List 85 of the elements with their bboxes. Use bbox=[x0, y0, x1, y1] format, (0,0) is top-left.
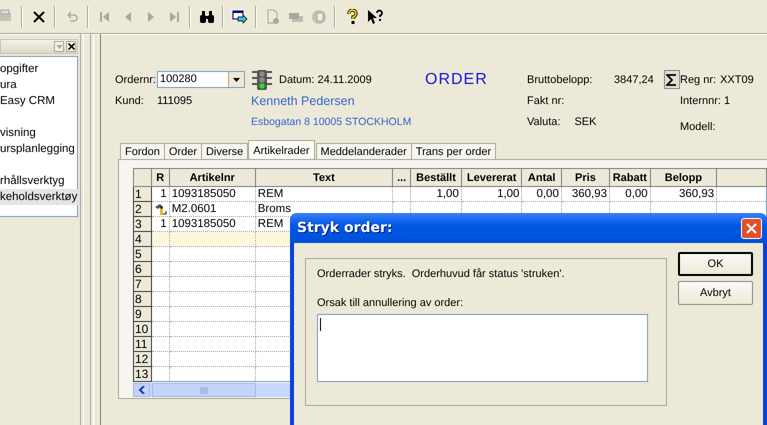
row-number: 8 bbox=[134, 292, 152, 306]
table-cell: 1,00 bbox=[436, 188, 459, 200]
sidebar-item[interactable]: visning bbox=[0, 125, 42, 141]
tab[interactable]: Artikelrader bbox=[248, 140, 315, 159]
row-number: 13 bbox=[134, 366, 152, 382]
order-number-combo[interactable]: 100280 bbox=[157, 71, 245, 88]
column-header[interactable]: Artikelnr bbox=[169, 168, 256, 186]
grip-icon bbox=[200, 386, 208, 394]
reason-field[interactable] bbox=[317, 314, 648, 382]
sidebar-item[interactable]: Easy CRM bbox=[0, 93, 61, 109]
column-header[interactable]: Belopp bbox=[650, 168, 717, 186]
scroll-left-button[interactable] bbox=[133, 383, 150, 397]
table-cell: REM bbox=[258, 218, 284, 230]
caret-icon bbox=[233, 78, 240, 82]
table-cell: 360,93 bbox=[572, 188, 608, 200]
sidebar-item[interactable]: ura bbox=[0, 77, 23, 93]
row-number: 1 bbox=[134, 186, 152, 202]
dialog-button[interactable]: OK bbox=[678, 252, 753, 276]
table-cell: 1093185050 bbox=[172, 188, 236, 200]
tab[interactable]: Fordon bbox=[120, 143, 165, 159]
tab[interactable]: Meddelanderader bbox=[316, 143, 412, 159]
caret-icon bbox=[56, 43, 62, 50]
table-cell: 1 bbox=[160, 188, 167, 200]
column-header[interactable]: Levererat bbox=[461, 168, 522, 186]
row-number: 4 bbox=[134, 232, 152, 246]
table-cell: Broms bbox=[258, 202, 291, 214]
field-label: Kund: bbox=[115, 94, 145, 106]
horizontal-scrollbar[interactable] bbox=[133, 383, 293, 397]
table-cell: REM bbox=[258, 188, 284, 200]
close-icon bbox=[746, 222, 757, 234]
table-cell: 1,00 bbox=[497, 188, 520, 200]
close-icon bbox=[68, 43, 74, 50]
sum-button[interactable] bbox=[664, 70, 680, 89]
customer-number: 111095 bbox=[157, 94, 194, 106]
sidebar-item[interactable]: opgifter bbox=[0, 61, 44, 77]
wrench-figure-icon bbox=[154, 202, 167, 216]
field-label: Fakt nr: bbox=[527, 94, 566, 106]
column-header[interactable]: Beställt bbox=[410, 168, 462, 186]
customer-address: Esbogatan 8 10005 STOCKHOLM bbox=[251, 116, 412, 128]
column-header[interactable]: Antal bbox=[522, 168, 562, 186]
table-cell: 0,00 bbox=[625, 188, 648, 200]
dialog-title: Stryk order: bbox=[297, 220, 393, 236]
row-number: 10 bbox=[134, 322, 152, 336]
scroll-thumb[interactable] bbox=[152, 383, 256, 397]
form-title: ORDER bbox=[425, 70, 489, 88]
sidebar-item[interactable]: ursplanlegging bbox=[0, 141, 81, 157]
field-label: Modell: bbox=[680, 120, 716, 132]
sigma-icon bbox=[666, 74, 678, 86]
field-label: Ordernr: bbox=[115, 74, 157, 86]
row-number: 9 bbox=[134, 306, 152, 322]
column-header[interactable]: Pris bbox=[561, 168, 610, 186]
table-cell: 1093185050 bbox=[172, 218, 236, 230]
sidebar-item[interactable]: keholdsverktøy bbox=[0, 189, 84, 205]
order-date: Datum: 24.11.2009 bbox=[279, 74, 372, 86]
column-header[interactable]: Text bbox=[255, 168, 393, 186]
gross-amount: 3847,24 bbox=[614, 74, 654, 86]
currency-value: SEK bbox=[574, 116, 596, 128]
row-number: 5 bbox=[134, 246, 152, 262]
table-cell: 360,93 bbox=[678, 188, 714, 200]
table-cell: 1 bbox=[160, 218, 167, 230]
close-button[interactable] bbox=[66, 41, 76, 52]
row-number: 11 bbox=[134, 336, 152, 352]
internal-number: Internnr: 1 bbox=[680, 94, 732, 106]
dialog-message: Orderrader stryks. Orderhuvud får status 'struken'. bbox=[317, 268, 566, 280]
column-header[interactable]: ... bbox=[392, 168, 411, 186]
dialog-button[interactable]: Avbryt bbox=[678, 281, 753, 305]
registration-number: XXT09 bbox=[720, 74, 754, 86]
tab[interactable]: Trans per order bbox=[410, 143, 496, 159]
customer-name-link[interactable]: Kenneth Pedersen bbox=[251, 94, 425, 108]
tab[interactable]: Diverse bbox=[200, 143, 248, 159]
table-cell: 0,00 bbox=[536, 188, 559, 200]
column-header[interactable]: Rabatt bbox=[610, 168, 650, 186]
row-number: 6 bbox=[134, 262, 152, 276]
row-number: 7 bbox=[134, 276, 152, 292]
table-cell: M2.0601 bbox=[172, 202, 216, 214]
reason-label: Orsak till annullering av order: bbox=[317, 297, 464, 309]
sidebar-item[interactable]: rhållsverktyg bbox=[0, 173, 71, 189]
row-number: 2 bbox=[134, 202, 152, 216]
field-label: Valuta: bbox=[527, 116, 560, 128]
field-label: Bruttobelopp: bbox=[527, 74, 594, 86]
tab[interactable]: Order bbox=[164, 143, 202, 159]
row-number: 3 bbox=[134, 216, 152, 232]
field-label: Reg nr: bbox=[680, 74, 716, 86]
column-header[interactable]: R bbox=[151, 168, 170, 186]
row-number: 12 bbox=[134, 352, 152, 366]
